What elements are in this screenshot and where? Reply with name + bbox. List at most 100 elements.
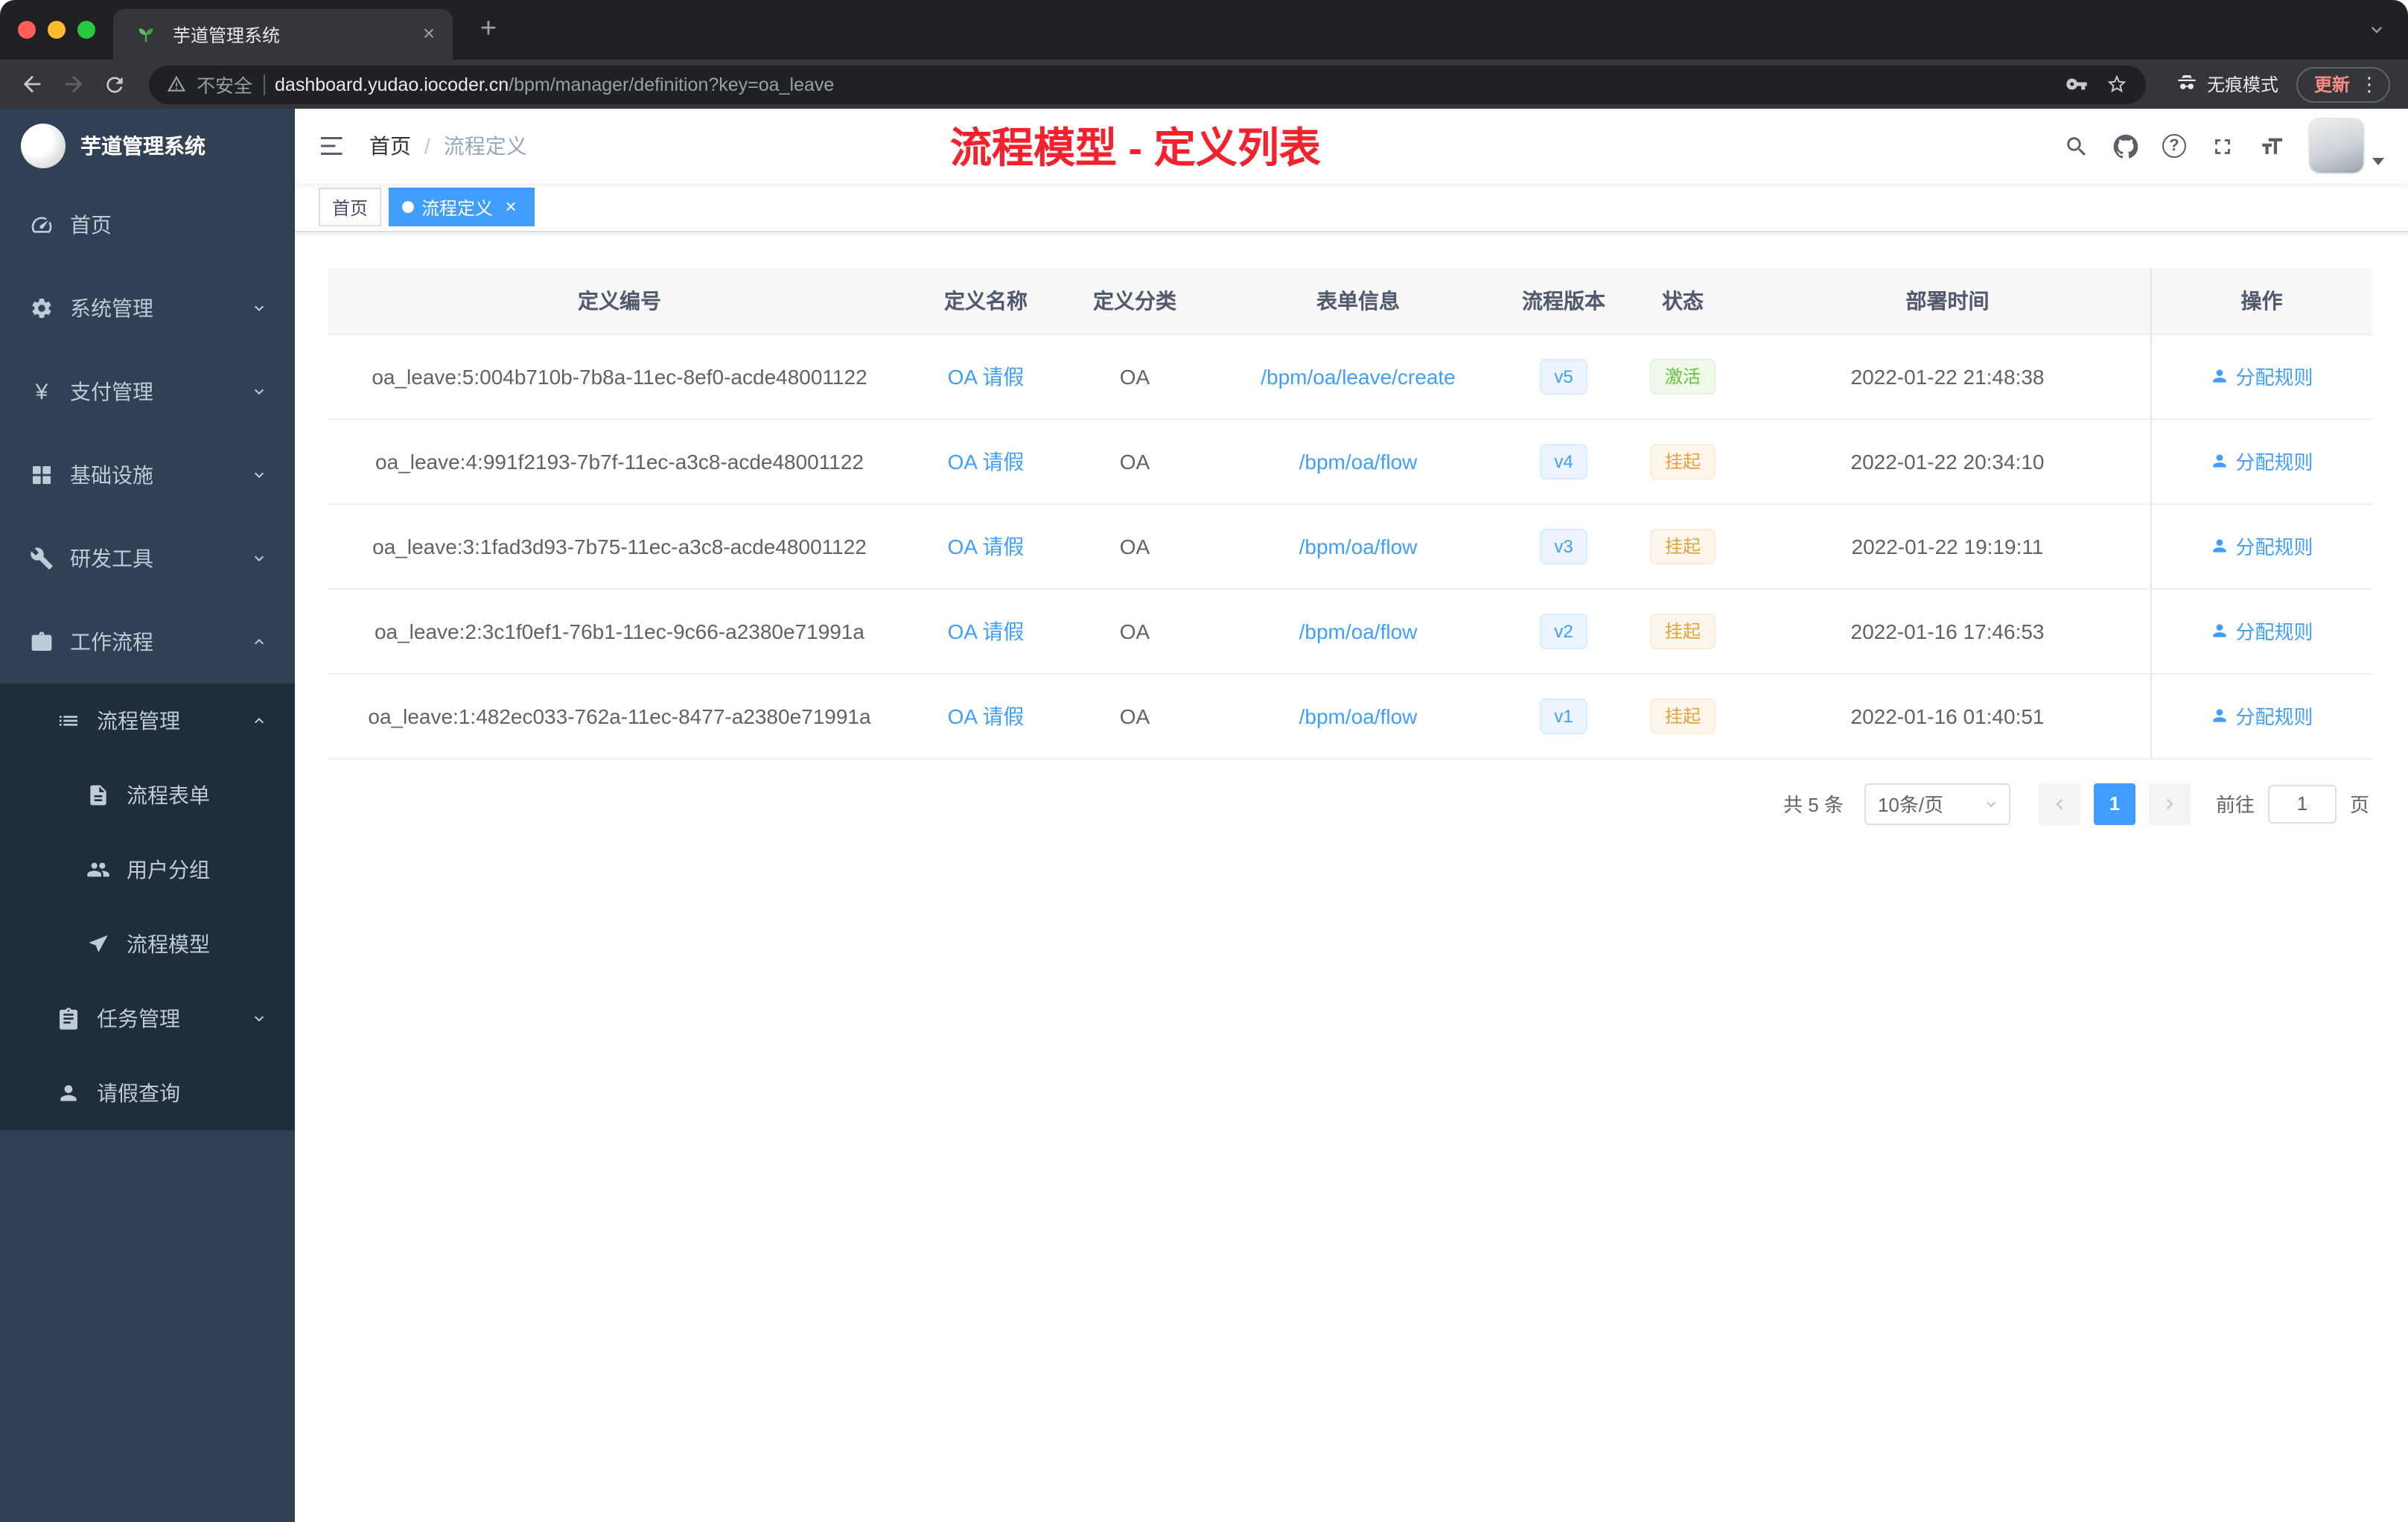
status-badge: 挂起 [1649,443,1716,479]
assign-rule-button[interactable]: 分配规则 [2210,617,2313,645]
github-icon[interactable] [2113,133,2138,159]
window-close-button[interactable] [18,21,36,39]
sidebar-item-task-management[interactable]: 任务管理 [0,981,295,1056]
address-bar[interactable]: 不安全 dashboard.yudao.iocoder.cn/bpm/manag… [149,65,2146,104]
category-cell: OA [1060,503,1209,589]
breadcrumb-home[interactable]: 首页 [369,131,411,161]
top-navbar: 首页 / 流程定义 流程模型 - 定义列表 ? [295,109,2408,183]
definition-name-link[interactable]: OA 请假 [948,704,1025,727]
column-definition-id: 定义编号 [328,268,911,334]
sidebar-item-process-form[interactable]: 流程表单 [0,758,295,832]
person-icon [2213,709,2227,722]
sidebar-item-workflow[interactable]: 工作流程 [0,600,295,684]
tag-close-icon[interactable]: × [500,197,521,217]
person-icon [2213,454,2227,468]
browser-tab[interactable]: 芋道管理系统 × [113,9,453,60]
assign-rule-button[interactable]: 分配规则 [2210,362,2313,390]
form-link[interactable]: /bpm/oa/flow [1299,534,1418,558]
chevron-down-icon [1982,795,2000,812]
form-link[interactable]: /bpm/oa/flow [1299,619,1418,643]
assign-rule-button[interactable]: 分配规则 [2210,447,2313,475]
window-minimize-button[interactable] [48,21,66,39]
definition-id-cell: oa_leave:4:991f2193-7b7f-11ec-a3c8-acde4… [328,418,911,504]
security-label: 不安全 [197,76,253,97]
help-icon[interactable]: ? [2162,134,2186,158]
chevron-up-icon [250,712,268,730]
users-icon [83,858,113,882]
definition-name-link[interactable]: OA 请假 [948,449,1025,473]
grid-icon [27,463,57,487]
page-size-select[interactable]: 10条/页 [1864,783,2010,824]
next-page-button[interactable] [2148,783,2191,824]
version-badge: v3 [1539,528,1588,564]
column-form-info: 表单信息 [1209,268,1507,334]
security-warning-icon[interactable] [167,74,186,94]
sidebar: 芋道管理系统 首页 系统管理 ¥ 支付管理 基础设施 研发工具 工作流程 流程管… [0,109,295,1522]
logo-avatar-image [21,124,66,168]
definition-name-link[interactable]: OA 请假 [948,534,1025,558]
app-logo[interactable]: 芋道管理系统 [0,109,295,183]
reload-button[interactable] [95,65,134,104]
gear-icon [27,296,57,320]
breadcrumb-separator: / [424,134,430,158]
table-row: oa_leave:5:004b710b-7b8a-11ec-8ef0-acde4… [328,334,2372,419]
tab-close-icon[interactable]: × [417,22,441,46]
form-link[interactable]: /bpm/oa/flow [1299,704,1418,727]
user-avatar-menu[interactable] [2308,118,2384,174]
sidebar-toggle-button[interactable] [319,133,345,159]
back-button[interactable] [12,65,51,104]
forward-button[interactable] [54,65,92,104]
column-process-version: 流程版本 [1507,268,1620,334]
form-link[interactable]: /bpm/oa/flow [1299,449,1418,473]
sidebar-item-system[interactable]: 系统管理 [0,267,295,350]
assign-rule-button[interactable]: 分配规则 [2210,532,2313,560]
font-size-icon[interactable] [2259,133,2284,159]
bookmark-star-icon[interactable] [2106,73,2128,95]
pagination: 共 5 条 10条/页 1 前往 1 页 [328,783,2372,824]
sidebar-item-leave-query[interactable]: 请假查询 [0,1056,295,1130]
assign-rule-button[interactable]: 分配规则 [2210,701,2313,730]
definition-name-link[interactable]: OA 请假 [948,364,1025,388]
pagination-total: 共 5 条 [1783,794,1844,816]
user-icon [54,1081,83,1105]
workflow-submenu: 流程管理 流程表单 用户分组 流程模型 任务管理 请假查询 [0,684,295,1130]
goto-label: 前往 [2215,794,2255,816]
page-number-button[interactable]: 1 [2093,783,2135,824]
tab-search-chevron-icon[interactable] [2366,19,2387,40]
tag-home[interactable]: 首页 [319,188,382,226]
sidebar-item-infrastructure[interactable]: 基础设施 [0,433,295,517]
navbar-actions: ? [2064,118,2384,174]
browser-tab-strip: 芋道管理系统 × + [0,0,2408,60]
paper-plane-icon [83,932,113,956]
sidebar-item-user-group[interactable]: 用户分组 [0,832,295,907]
tag-process-definition[interactable]: 流程定义 × [389,188,535,226]
goto-page-input[interactable] [2267,784,2337,823]
definition-id-cell: oa_leave:5:004b710b-7b8a-11ec-8ef0-acde4… [328,334,911,419]
sidebar-item-process-management[interactable]: 流程管理 [0,684,295,758]
window-zoom-button[interactable] [77,21,95,39]
update-button[interactable]: 更新 ⋮ [2296,66,2390,102]
table-row: oa_leave:3:1fad3d93-7b75-11ec-a3c8-acde4… [328,503,2372,589]
search-icon[interactable] [2064,133,2089,159]
browser-toolbar: 不安全 dashboard.yudao.iocoder.cn/bpm/manag… [0,60,2408,109]
sidebar-item-devtools[interactable]: 研发工具 [0,517,295,600]
form-link[interactable]: /bpm/oa/leave/create [1261,364,1456,388]
deploy-time-cell: 2022-01-16 17:46:53 [1745,588,2150,674]
definition-name-link[interactable]: OA 请假 [948,619,1025,643]
password-key-icon[interactable] [2065,73,2088,95]
table-row: oa_leave:1:482ec033-762a-11ec-8477-a2380… [328,673,2372,759]
category-cell: OA [1060,334,1209,419]
yen-icon: ¥ [35,379,48,404]
deploy-time-cell: 2022-01-22 20:34:10 [1745,418,2150,504]
status-badge: 挂起 [1649,698,1716,733]
browser-menu-icon[interactable]: ⋮ [2357,72,2381,96]
new-tab-button[interactable]: + [471,13,506,46]
prev-page-button[interactable] [2038,783,2080,824]
active-tag-dot [402,201,415,213]
page-url: dashboard.yudao.iocoder.cn/bpm/manager/d… [275,74,835,95]
sidebar-item-process-model[interactable]: 流程模型 [0,907,295,981]
fullscreen-icon[interactable] [2210,133,2235,159]
sidebar-item-payment[interactable]: ¥ 支付管理 [0,350,295,433]
sidebar-item-home[interactable]: 首页 [0,183,295,267]
category-cell: OA [1060,418,1209,504]
